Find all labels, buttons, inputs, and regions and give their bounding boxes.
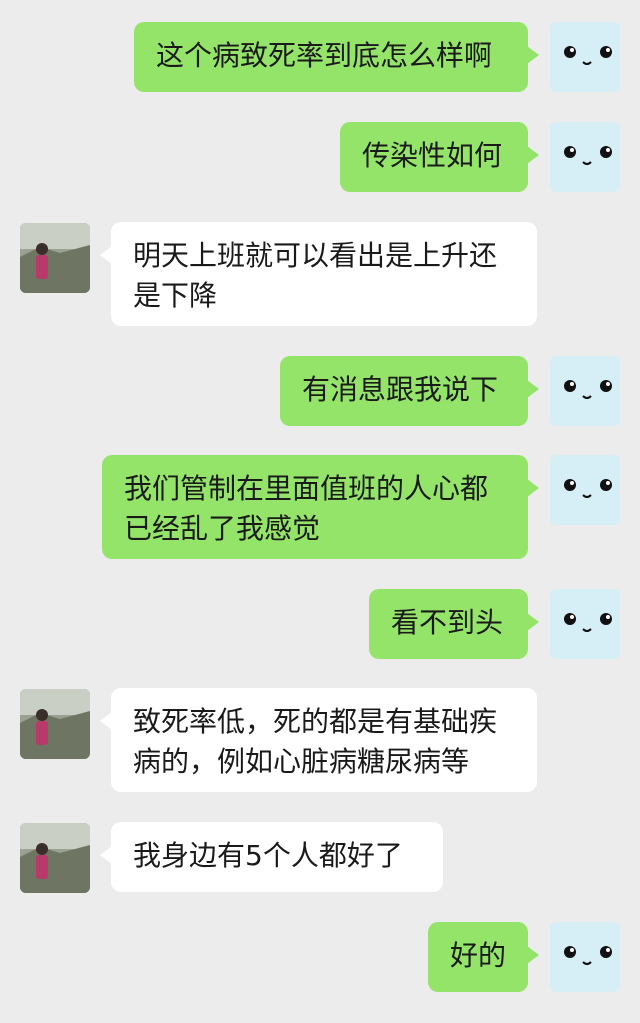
message-bubble-received[interactable]: 我身边有5个人都好了 (100, 822, 443, 892)
message-bubble-sent[interactable]: 有消息跟我说下 (280, 356, 539, 426)
person-photo-avatar (20, 689, 90, 759)
message-bubble-sent[interactable]: 这个病致死率到底怎么样啊 (134, 22, 539, 92)
contact-avatar[interactable] (20, 223, 90, 293)
message-bubble-received[interactable]: 明天上班就可以看出是上升还是下降 (100, 222, 537, 326)
my-avatar[interactable] (550, 22, 620, 92)
person-photo-avatar (20, 223, 90, 293)
cute-face-avatar-icon (564, 46, 612, 65)
my-avatar[interactable] (550, 922, 620, 992)
cute-face-avatar-icon (564, 946, 612, 965)
person-photo-avatar (20, 823, 90, 893)
cute-face-avatar-icon (564, 613, 612, 632)
contact-avatar[interactable] (20, 823, 90, 893)
cute-face-avatar-icon (564, 146, 612, 165)
my-avatar[interactable] (550, 455, 620, 525)
message-bubble-sent[interactable]: 看不到头 (369, 589, 539, 659)
cute-face-avatar-icon (564, 479, 612, 498)
message-bubble-sent[interactable]: 传染性如何 (340, 122, 539, 192)
message-bubble-received[interactable]: 致死率低，死的都是有基础疾病的，例如心脏病糖尿病等 (100, 688, 537, 792)
cute-face-avatar-icon (564, 380, 612, 399)
message-bubble-sent[interactable]: 好的 (428, 922, 539, 992)
my-avatar[interactable] (550, 356, 620, 426)
message-bubble-sent[interactable]: 我们管制在里面值班的人心都已经乱了我感觉 (102, 455, 539, 559)
contact-avatar[interactable] (20, 689, 90, 759)
my-avatar[interactable] (550, 589, 620, 659)
my-avatar[interactable] (550, 122, 620, 192)
